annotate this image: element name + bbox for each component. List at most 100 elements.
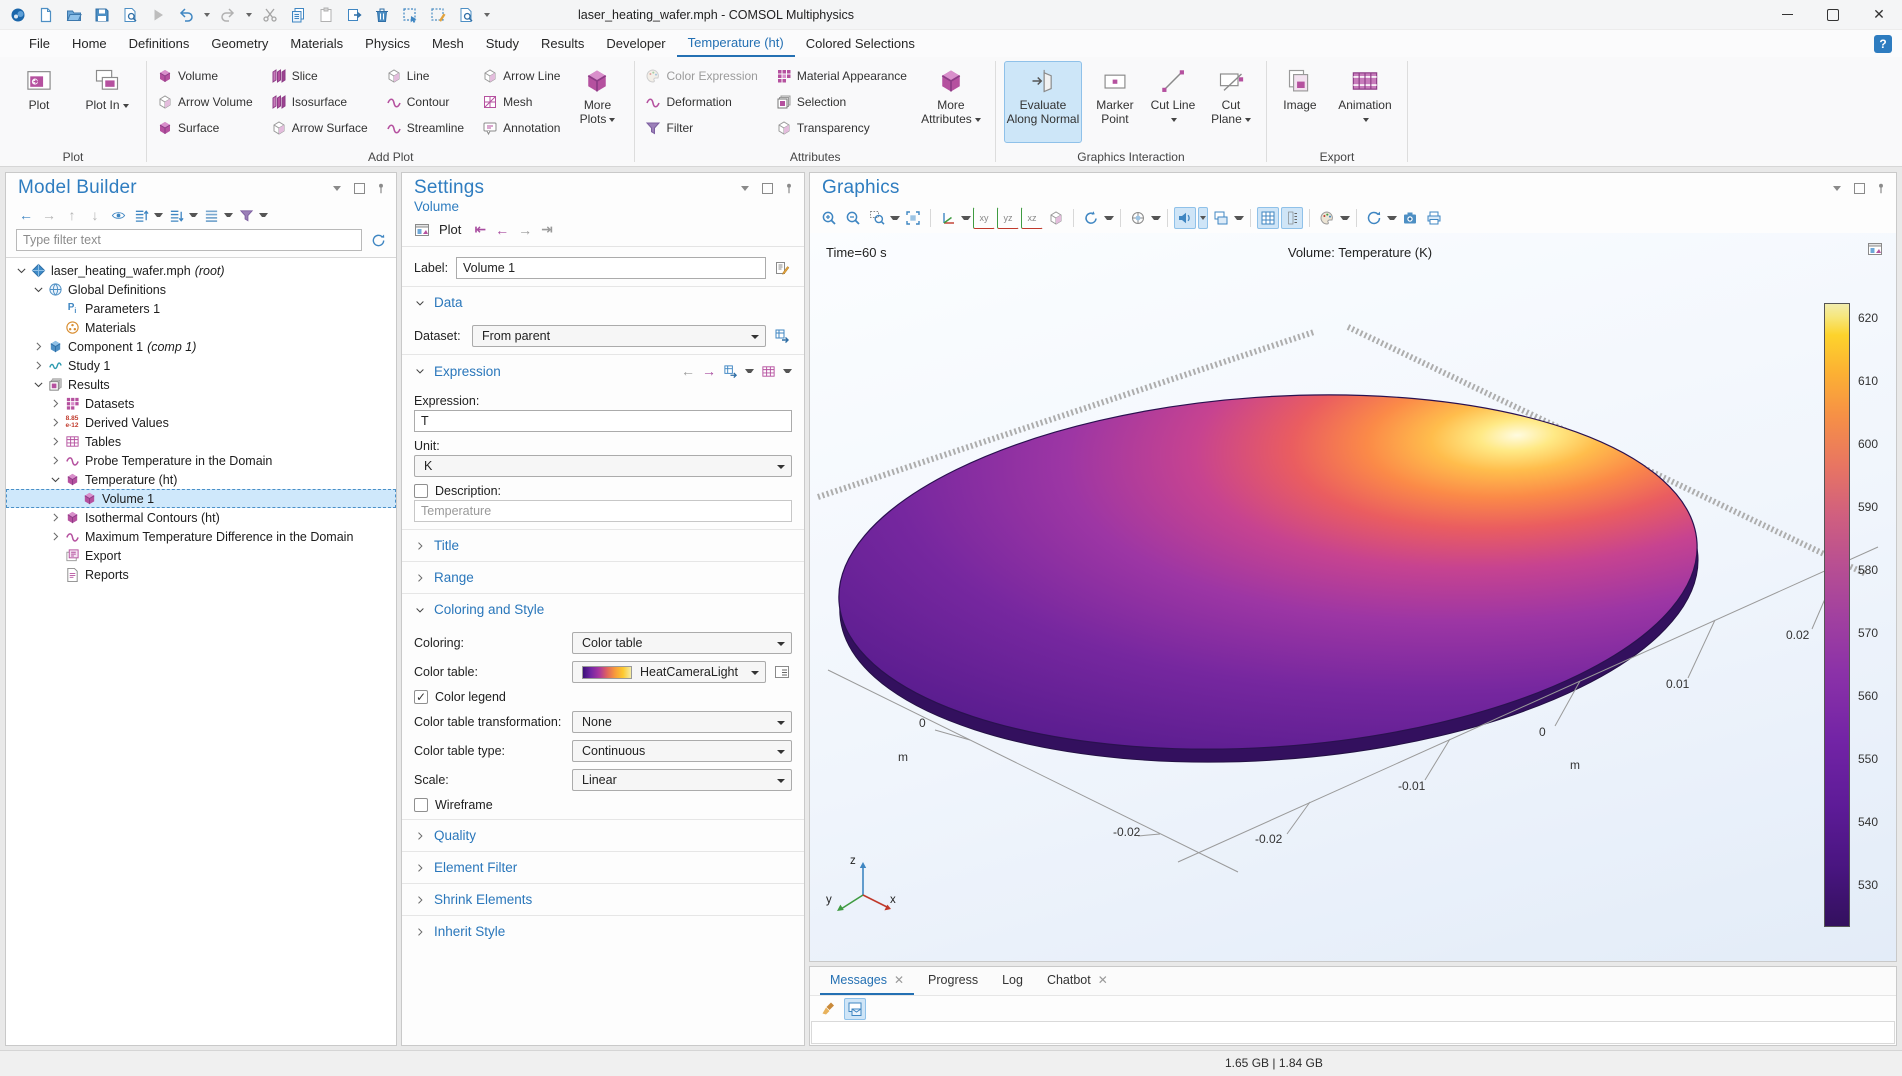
chevron-down-icon[interactable]	[31, 377, 46, 392]
node-text-icon[interactable]	[201, 205, 221, 225]
tab-developer[interactable]: Developer	[595, 30, 676, 57]
more-plots-button[interactable]: More Plots	[568, 61, 626, 143]
section-shrink-elements[interactable]: Shrink Elements	[402, 883, 804, 915]
scale-dropdown[interactable]: Linear	[572, 769, 792, 791]
chevron-right-icon[interactable]	[48, 510, 63, 525]
marker-point-button[interactable]: Marker Point	[1088, 61, 1142, 143]
tree-item-volume-1[interactable]: Volume 1	[6, 489, 396, 508]
tab-temperature-ht[interactable]: Temperature (ht)	[677, 30, 795, 57]
zoom-box-caret[interactable]	[890, 216, 900, 220]
environment-caret[interactable]	[1151, 216, 1161, 220]
section-expression[interactable]: Expression ← →	[402, 354, 804, 387]
deformation-button[interactable]: Deformation	[643, 89, 759, 115]
tab-mesh[interactable]: Mesh	[421, 30, 475, 57]
customize-toolbar-caret[interactable]	[482, 4, 492, 26]
undo-icon[interactable]	[174, 4, 198, 26]
add-isosurface-button[interactable]: Isosurface	[269, 89, 370, 115]
collapse-levels-caret[interactable]	[189, 213, 198, 217]
refresh-filter-icon[interactable]	[368, 230, 388, 250]
expand-levels-caret[interactable]	[154, 213, 163, 217]
add-slice-button[interactable]: Slice	[269, 63, 370, 89]
color-legend-checkbox[interactable]	[414, 690, 428, 704]
selection-button[interactable]: Selection	[774, 89, 909, 115]
evaluate-along-normal-button[interactable]: Evaluate Along Normal	[1004, 61, 1082, 143]
unit-dropdown[interactable]: K	[414, 455, 792, 477]
show-message-window-icon[interactable]	[844, 998, 866, 1020]
cut-line-button[interactable]: Cut Line	[1148, 61, 1198, 143]
messages-content[interactable]	[811, 1021, 1895, 1044]
expression-input[interactable]	[414, 410, 792, 432]
section-title[interactable]: Title	[402, 529, 804, 561]
go-to-source-icon[interactable]	[772, 326, 792, 346]
tree-item-temperature-ht[interactable]: Temperature (ht)	[6, 470, 396, 489]
tab-study[interactable]: Study	[475, 30, 530, 57]
chevron-right-icon[interactable]	[48, 529, 63, 544]
redo-menu-caret[interactable]	[244, 4, 254, 26]
tree-item-parameters[interactable]: Pi Parameters 1	[6, 299, 396, 318]
tab-messages[interactable]: Messages ✕	[820, 968, 914, 995]
add-arrow-volume-button[interactable]: Arrow Volume	[155, 89, 255, 115]
new-file-icon[interactable]	[34, 4, 58, 26]
coloring-dropdown[interactable]: Color table	[572, 632, 792, 654]
show-color-legend-icon[interactable]	[1281, 207, 1303, 229]
update-plot-icon[interactable]	[1363, 207, 1385, 229]
move-down-icon[interactable]: ↓	[85, 205, 105, 225]
tree-item-study-1[interactable]: Study 1	[6, 356, 396, 375]
chevron-down-icon[interactable]	[48, 472, 63, 487]
add-surface-button[interactable]: Surface	[155, 115, 255, 141]
tree-item-root[interactable]: laser_heating_wafer.mph(root)	[6, 261, 396, 280]
close-button[interactable]: ✕	[1856, 0, 1902, 30]
tree-filter-input[interactable]	[16, 229, 362, 251]
color-table-dropdown[interactable]: HeatCameraLight	[572, 661, 766, 683]
tree-item-results[interactable]: Results	[6, 375, 396, 394]
chevron-right-icon[interactable]	[31, 339, 46, 354]
float-panel-icon[interactable]	[1852, 181, 1866, 195]
select-box-icon[interactable]	[398, 4, 422, 26]
add-volume-button[interactable]: Volume	[155, 63, 255, 89]
color-table-transformation-dropdown[interactable]: None	[572, 711, 792, 733]
color-table-type-dropdown[interactable]: Continuous	[572, 740, 792, 762]
show-grid-icon[interactable]	[1257, 207, 1279, 229]
tree-item-max-temperature-difference[interactable]: Maximum Temperature Difference in the Do…	[6, 527, 396, 546]
dataset-dropdown[interactable]: From parent	[472, 325, 766, 347]
chevron-down-icon[interactable]	[14, 263, 29, 278]
tree-item-derived-values[interactable]: 8.85e-12 Derived Values	[6, 413, 396, 432]
settings-plot-button[interactable]: Plot	[439, 222, 461, 237]
color-expression-button[interactable]: Color Expression	[643, 63, 759, 89]
panel-menu-icon[interactable]	[1830, 181, 1844, 195]
node-text-caret[interactable]	[224, 213, 233, 217]
zoom-box-icon[interactable]	[866, 207, 888, 229]
rotate-icon[interactable]	[1080, 207, 1102, 229]
tree-filter-icon[interactable]	[236, 205, 256, 225]
minimize-button[interactable]	[1764, 0, 1810, 30]
view-xz-icon[interactable]: xz	[1021, 207, 1043, 229]
plot-window-icon[interactable]	[414, 222, 430, 238]
previous-expression-icon[interactable]: ←	[681, 363, 695, 379]
add-contour-button[interactable]: Contour	[384, 89, 466, 115]
chevron-right-icon[interactable]	[48, 415, 63, 430]
section-inherit-style[interactable]: Inherit Style	[402, 915, 804, 947]
rename-icon[interactable]	[772, 258, 792, 278]
copy-icon[interactable]	[286, 4, 310, 26]
last-plot-icon[interactable]: ⇥	[541, 221, 553, 238]
forward-icon[interactable]: →	[39, 205, 59, 225]
next-expression-icon[interactable]: →	[702, 363, 716, 379]
tab-geometry[interactable]: Geometry	[200, 30, 279, 57]
filter-button[interactable]: Filter	[643, 115, 759, 141]
move-up-icon[interactable]: ↑	[62, 205, 82, 225]
tab-definitions[interactable]: Definitions	[118, 30, 201, 57]
cut-icon[interactable]	[258, 4, 282, 26]
pin-panel-icon[interactable]	[374, 181, 388, 195]
go-to-default-view-icon[interactable]	[937, 207, 959, 229]
environment-icon[interactable]	[1127, 207, 1149, 229]
scene-sound-icon[interactable]	[1174, 207, 1196, 229]
next-plot-icon[interactable]: →	[518, 222, 532, 238]
chevron-down-icon[interactable]	[31, 282, 46, 297]
tree-item-tables[interactable]: Tables	[6, 432, 396, 451]
tree-item-probe-temperature[interactable]: Probe Temperature in the Domain	[6, 451, 396, 470]
update-plot-caret[interactable]	[1387, 216, 1397, 220]
expand-levels-icon[interactable]	[131, 205, 151, 225]
tree-item-isothermal-contours[interactable]: Isothermal Contours (ht)	[6, 508, 396, 527]
window-layout-caret[interactable]	[1234, 216, 1244, 220]
add-arrow-surface-button[interactable]: Arrow Surface	[269, 115, 370, 141]
